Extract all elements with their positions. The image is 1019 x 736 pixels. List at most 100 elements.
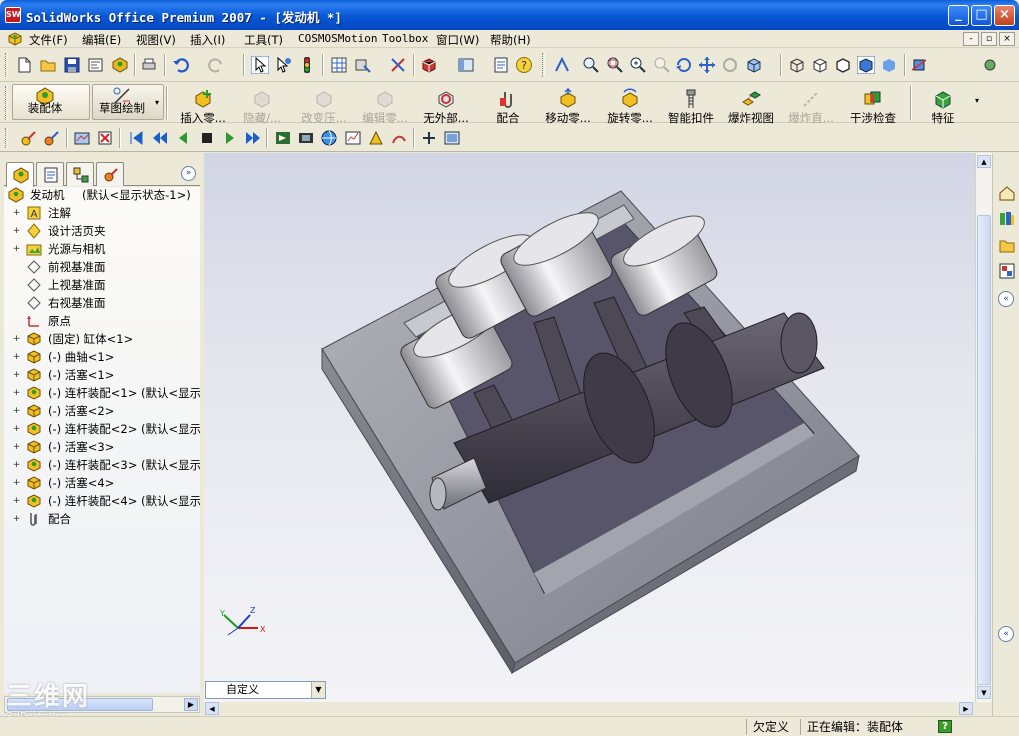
tree-item[interactable]: + 光源与相机 <box>12 240 200 258</box>
toolbar-overflow-icon[interactable] <box>981 56 999 74</box>
simulate-icon[interactable] <box>274 129 292 147</box>
configuration-select[interactable]: 自定义 ▼ <box>205 681 326 699</box>
tree-item[interactable]: + (-) 连杆装配<3> (默认<显示 <box>12 456 200 474</box>
interference-check-icon[interactable] <box>420 129 438 147</box>
chevron-down-icon[interactable]: ▾ <box>975 96 979 105</box>
tree-item[interactable]: + 配合 <box>12 510 200 528</box>
collapse-chevron-icon[interactable]: « <box>998 291 1014 307</box>
title-bar[interactable]: SW SolidWorks Office Premium 2007 - [发动机… <box>0 0 1019 30</box>
roll-view-icon[interactable] <box>721 56 739 74</box>
new-document-icon[interactable] <box>15 56 33 74</box>
open-folder-icon[interactable] <box>39 56 57 74</box>
tree-item[interactable]: 右视基准面 <box>12 294 200 312</box>
zoom-to-selection-icon[interactable] <box>653 56 671 74</box>
tree-item[interactable]: + (-) 曲轴<1> <box>12 348 200 366</box>
save-icon[interactable] <box>63 56 81 74</box>
close-button[interactable]: × <box>994 5 1015 26</box>
zoom-in-out-icon[interactable] <box>629 56 647 74</box>
expand-toggle-icon[interactable]: + <box>12 209 21 218</box>
rebuild-icon[interactable] <box>298 56 316 74</box>
tab-configuration-manager[interactable] <box>66 162 94 186</box>
expand-toggle-icon[interactable]: + <box>12 479 21 488</box>
expand-toggle-icon[interactable]: + <box>12 407 21 416</box>
mass-properties-icon[interactable] <box>389 56 407 74</box>
tree-item[interactable]: + (-) 活塞<2> <box>12 402 200 420</box>
tree-item[interactable]: + (-) 连杆装配<1> (默认<显示 <box>12 384 200 402</box>
hidden-lines-visible-icon[interactable] <box>811 56 829 74</box>
view-layout-icon[interactable] <box>457 56 475 74</box>
select-other-icon[interactable] <box>274 56 292 74</box>
scroll-right-arrow-icon[interactable]: ▶ <box>959 702 973 715</box>
menu-edit[interactable]: 编辑(E) <box>82 32 121 48</box>
shaded-with-edges-icon[interactable] <box>857 56 875 74</box>
expand-toggle-icon[interactable]: + <box>12 335 21 344</box>
menu-file[interactable]: 文件(F) <box>29 32 68 48</box>
standard-views-icon[interactable] <box>745 56 763 74</box>
plot-results-icon[interactable] <box>344 129 362 147</box>
expand-toggle-icon[interactable]: + <box>12 425 21 434</box>
tree-item[interactable]: + (固定) 缸体<1> <box>12 330 200 348</box>
expand-toggle-icon[interactable]: + <box>12 461 21 470</box>
zoom-to-area-icon[interactable] <box>606 56 624 74</box>
scroll-right-arrow-icon[interactable]: ▶ <box>184 698 198 711</box>
motion-joint-icon[interactable] <box>43 129 61 147</box>
motion-settings-icon[interactable] <box>73 129 91 147</box>
expand-toggle-icon[interactable]: + <box>12 443 21 452</box>
rewind-to-start-icon[interactable] <box>127 129 145 147</box>
assembly-doc-icon[interactable] <box>7 31 23 47</box>
tree-item[interactable]: 前视基准面 <box>12 258 200 276</box>
tree-item[interactable]: + A 注解 <box>12 204 200 222</box>
tree-item[interactable]: 原点 <box>12 312 200 330</box>
play-reverse-icon[interactable] <box>174 129 192 147</box>
tree-root-assembly[interactable]: 发动机 (默认<显示状态-1>) <box>6 187 200 204</box>
select-arrow-icon[interactable] <box>251 56 269 74</box>
chevron-down-icon[interactable]: ▼ <box>311 682 325 698</box>
doc-minimize-button[interactable]: - <box>963 32 979 46</box>
stop-icon[interactable] <box>198 129 216 147</box>
tree-item[interactable]: + (-) 活塞<3> <box>12 438 200 456</box>
toolbar-grip[interactable] <box>5 86 8 120</box>
rotate-view-icon[interactable] <box>675 56 693 74</box>
section-view-icon[interactable] <box>910 56 928 74</box>
tree-item[interactable]: + (-) 活塞<1> <box>12 366 200 384</box>
viewport-vertical-scrollbar[interactable]: ▲ ▼ <box>975 153 992 702</box>
force-plot-icon[interactable] <box>367 129 385 147</box>
expand-toggle-icon[interactable]: + <box>12 371 21 380</box>
undo-icon[interactable] <box>172 56 190 74</box>
hidden-lines-removed-icon[interactable] <box>834 56 852 74</box>
maximize-button[interactable]: □ <box>971 5 992 26</box>
delete-results-icon[interactable] <box>96 129 114 147</box>
step-forward-icon[interactable] <box>244 129 262 147</box>
menu-cosmosmotion[interactable]: COSMOSMotion <box>298 32 377 45</box>
help-question-icon[interactable]: ? <box>515 56 533 74</box>
tab-feature-manager[interactable] <box>6 162 34 187</box>
make-drawing-icon[interactable] <box>87 56 105 74</box>
expand-chevron-icon[interactable]: « <box>998 626 1014 642</box>
design-library-icon[interactable] <box>997 209 1017 229</box>
measure-icon[interactable] <box>354 56 372 74</box>
tree-item[interactable]: + 设计活页夹 <box>12 222 200 240</box>
zoom-to-fit-icon[interactable] <box>582 56 600 74</box>
expand-toggle-icon[interactable]: + <box>12 353 21 362</box>
expand-panel-chevron-icon[interactable]: » <box>181 166 196 181</box>
globe-export-icon[interactable] <box>320 129 338 147</box>
view-palette-icon[interactable] <box>997 261 1017 281</box>
trace-path-icon[interactable] <box>390 129 408 147</box>
toolbar-grip[interactable] <box>5 53 8 77</box>
print-icon[interactable] <box>140 56 158 74</box>
scroll-down-arrow-icon[interactable]: ▼ <box>977 686 991 699</box>
toolbar-grip[interactable] <box>542 53 545 77</box>
wireframe-icon[interactable] <box>788 56 806 74</box>
motion-model-icon[interactable] <box>20 129 38 147</box>
menu-tools[interactable]: 工具(T) <box>244 32 283 48</box>
options-grid-icon[interactable] <box>330 56 348 74</box>
display-style-icon[interactable] <box>420 56 438 74</box>
view-orientation-icon[interactable] <box>553 56 571 74</box>
make-assembly-icon[interactable] <box>111 56 129 74</box>
engine-model-render[interactable]: Y X Z <box>204 153 975 702</box>
menu-insert[interactable]: 插入(I) <box>190 32 225 48</box>
shaded-icon[interactable] <box>880 56 898 74</box>
chevron-down-icon[interactable]: ▾ <box>155 98 159 107</box>
expand-toggle-icon[interactable]: + <box>12 227 21 236</box>
file-explorer-icon[interactable] <box>997 235 1017 255</box>
